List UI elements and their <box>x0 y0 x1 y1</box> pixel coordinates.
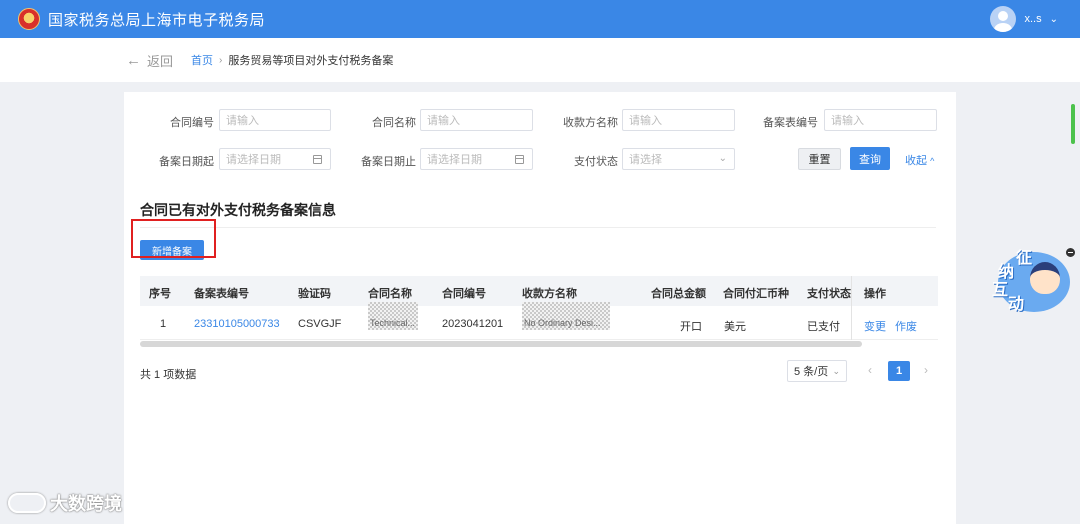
record-no-input[interactable]: 请输入 <box>824 109 937 131</box>
chevron-down-icon[interactable]: ⌄ <box>1050 14 1058 25</box>
back-button[interactable]: ← 返回 <box>126 51 173 70</box>
page-size-label[interactable]: 5 条/页 <box>794 363 828 379</box>
page-scroll-indicator[interactable] <box>1071 104 1075 144</box>
divider <box>140 339 938 340</box>
column-header: 支付状态 <box>807 288 851 300</box>
verify-code: CSVGJF <box>298 318 342 330</box>
column-header: 合同编号 <box>442 288 486 300</box>
back-arrow-icon[interactable]: ← <box>126 52 141 69</box>
void-action[interactable]: 作废 <box>895 318 917 334</box>
chevron-down-icon[interactable]: ⌄ <box>832 366 840 377</box>
payee-name-masked: No Ordinary Desi... <box>522 302 610 330</box>
contract-no: 2023041201 <box>442 318 504 330</box>
collapse-label[interactable]: 收起 <box>905 155 927 167</box>
contract-name-masked: Technical... <box>368 302 418 330</box>
watermark: 大数跨境 <box>8 490 122 516</box>
user-menu[interactable]: x..s ⌄ <box>990 6 1058 32</box>
horizontal-scrollbar[interactable] <box>140 341 862 347</box>
column-header: 合同名称 <box>368 288 412 300</box>
total-count: 共 1 项数据 <box>140 369 197 381</box>
avatar[interactable] <box>990 6 1017 32</box>
column-header: 序号 <box>149 288 171 300</box>
pay-status: 已支付 <box>807 321 840 333</box>
pay-status-label: 支付状态 <box>574 156 618 168</box>
contract-no-label: 合同编号 <box>170 117 214 129</box>
payee-name-label: 收款方名称 <box>563 117 618 129</box>
watermark-text: 大数跨境 <box>50 494 122 514</box>
collapse-toggle[interactable]: 收起 ^ <box>905 152 934 168</box>
app-title: 国家税务总局上海市电子税务局 <box>48 11 266 29</box>
column-header: 操作 <box>864 288 886 300</box>
record-no-label: 备案表编号 <box>763 117 818 129</box>
column-header: 备案表编号 <box>194 288 249 300</box>
pay-status-placeholder: 请选择 <box>629 154 662 166</box>
prev-page-icon[interactable]: ‹ <box>868 363 872 377</box>
payee-name-input[interactable]: 请输入 <box>622 109 735 131</box>
column-header: 验证码 <box>298 288 331 300</box>
section-title: 合同已有对外支付税务备案信息 <box>140 202 336 218</box>
column-header: 合同付汇币种 <box>723 288 789 300</box>
mascot-icon[interactable] <box>1030 262 1060 294</box>
widget-char[interactable]: 动 <box>1008 290 1024 314</box>
close-icon[interactable] <box>1066 248 1075 257</box>
divider <box>140 227 936 228</box>
chevron-right-icon: › <box>219 54 223 66</box>
contract-no-input[interactable]: 请输入 <box>219 109 331 131</box>
date-from-picker[interactable]: 请选择日期 <box>219 148 331 170</box>
widget-char[interactable]: 征 <box>1016 244 1032 268</box>
top-bar: 国家税务总局上海市电子税务局 x..s ⌄ <box>0 0 1080 38</box>
breadcrumb-current: 服务贸易等项目对外支付税务备案 <box>228 55 394 67</box>
date-to-placeholder: 请选择日期 <box>427 154 482 166</box>
next-page-icon[interactable]: › <box>924 363 928 377</box>
chevron-down-icon[interactable]: ⌄ <box>719 153 727 164</box>
breadcrumb-home[interactable]: 首页 <box>191 52 213 68</box>
column-header: 收款方名称 <box>522 288 577 300</box>
calendar-icon[interactable] <box>313 155 322 164</box>
fixed-column-divider <box>851 276 852 340</box>
date-to-picker[interactable]: 请选择日期 <box>420 148 533 170</box>
pay-status-select[interactable]: 请选择 ⌄ <box>622 148 735 170</box>
calendar-icon[interactable] <box>515 155 524 164</box>
contract-name-label: 合同名称 <box>372 117 416 129</box>
search-button[interactable]: 查询 <box>850 147 890 170</box>
interaction-widget[interactable]: 征 纳 互 动 <box>988 244 1075 316</box>
widget-char[interactable]: 互 <box>992 276 1008 300</box>
tax-emblem-icon <box>18 8 40 30</box>
user-name[interactable]: x..s <box>1024 13 1041 25</box>
date-from-label: 备案日期起 <box>159 156 214 168</box>
breadcrumb: ← 返回 首页 › 服务贸易等项目对外支付税务备案 <box>0 38 1080 82</box>
contract-amount: 开口 <box>680 321 702 333</box>
page-number-current[interactable]: 1 <box>888 361 910 381</box>
date-from-placeholder: 请选择日期 <box>226 154 281 166</box>
reset-button[interactable]: 重置 <box>798 148 841 170</box>
row-index: 1 <box>160 318 167 330</box>
chevron-up-icon[interactable]: ^ <box>930 156 934 166</box>
record-no-link[interactable]: 23310105000733 <box>194 318 280 330</box>
currency: 美元 <box>724 321 746 333</box>
contract-name-input[interactable]: 请输入 <box>420 109 533 131</box>
watermark-logo-icon <box>8 493 46 513</box>
add-record-button[interactable]: 新增备案 <box>140 240 204 260</box>
date-to-label: 备案日期止 <box>361 156 416 168</box>
page-size-select[interactable]: 5 条/页 ⌄ <box>787 360 847 382</box>
column-header: 合同总金额 <box>651 288 706 300</box>
back-label[interactable]: 返回 <box>147 51 173 70</box>
change-action[interactable]: 变更 <box>864 318 886 334</box>
